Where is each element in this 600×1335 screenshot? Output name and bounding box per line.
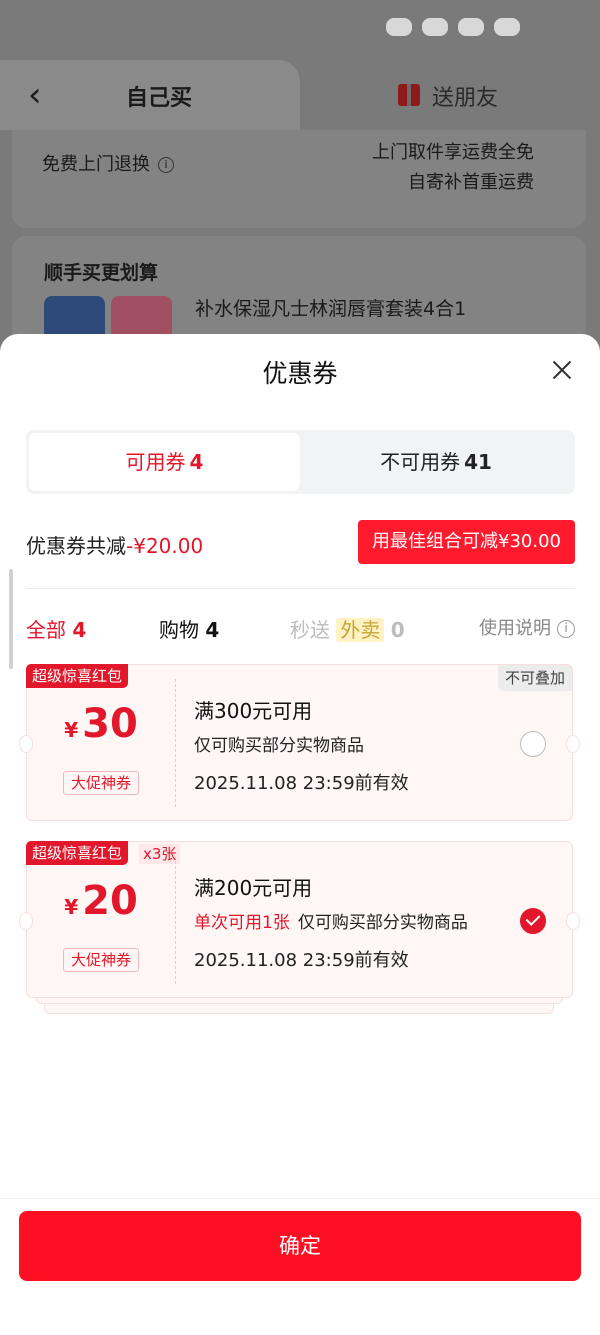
tab-self-buy-label: 自己买 bbox=[126, 86, 193, 111]
footer-divider bbox=[0, 1198, 600, 1199]
info-icon: i bbox=[557, 620, 575, 638]
coupon-scope: 仅可购买部分实物商品 bbox=[297, 913, 468, 933]
confirm-button[interactable]: 确定 bbox=[19, 1211, 581, 1281]
dashed-divider bbox=[175, 679, 176, 807]
coupon-description: 单次可用1张 仅可购买部分实物商品 bbox=[194, 908, 468, 933]
status-icon bbox=[422, 18, 448, 36]
coupon-limit-note: 单次可用1张 bbox=[194, 913, 290, 933]
currency-symbol: ¥ bbox=[64, 895, 79, 919]
status-bar bbox=[386, 18, 520, 36]
close-icon[interactable] bbox=[552, 360, 572, 380]
coupon-description: 仅可购买部分实物商品 bbox=[194, 731, 364, 756]
promo-badge: 大促神券 bbox=[63, 948, 139, 972]
promo-badge: 大促神券 bbox=[63, 771, 139, 795]
coupon-availability-tabs: 可用券 4 不可用券 41 bbox=[26, 430, 575, 494]
status-icon bbox=[458, 18, 484, 36]
return-service-card: 免费上门退换 i 上门取件享运费全免 自寄补首重运费 bbox=[12, 130, 586, 228]
currency-symbol: ¥ bbox=[64, 718, 79, 742]
coupon-select-radio[interactable] bbox=[520, 731, 546, 757]
coupon-select-radio[interactable] bbox=[520, 908, 546, 934]
filter-all-count: 4 bbox=[72, 618, 87, 642]
coupon-amount: ¥20 bbox=[27, 878, 175, 924]
dashed-divider bbox=[175, 856, 176, 984]
status-icon bbox=[494, 18, 520, 36]
filter-shopping-count: 4 bbox=[205, 618, 220, 642]
better-deal-title: 顺手买更划算 bbox=[44, 262, 159, 284]
product-name: 补水保湿凡士林润唇膏套装4合1 bbox=[195, 298, 467, 320]
total-reduce-amount: -¥20.00 bbox=[126, 534, 204, 558]
filter-all[interactable]: 全部 4 bbox=[26, 614, 86, 643]
coupon-card[interactable]: 超级惊喜红包 不可叠加 ¥30 大促神券 满300元可用 仅可购买部分实物商品 … bbox=[19, 664, 580, 821]
coupon-filter-bar: 全部 4 购物 4 秒送 外卖 0 使用说明 i bbox=[26, 612, 575, 642]
filter-flash-label: 秒送 bbox=[290, 618, 330, 642]
shipping-note-1: 上门取件享运费全免 bbox=[372, 142, 534, 163]
coupon-type-badge: 超级惊喜红包 bbox=[26, 664, 129, 688]
total-reduce-text: 优惠券共减 bbox=[26, 534, 126, 558]
tab-unavailable-count: 41 bbox=[464, 450, 492, 474]
coupon-condition: 满300元可用 bbox=[194, 699, 313, 723]
filter-shopping-label: 购物 bbox=[159, 618, 199, 642]
coupon-card[interactable]: 超级惊喜红包 x3张 ¥20 大促神券 满200元可用 单次可用1张 仅可购买部分… bbox=[19, 841, 580, 998]
non-stackable-badge: 不可叠加 bbox=[497, 665, 572, 691]
coupon-type-badge: 超级惊喜红包 bbox=[26, 841, 129, 865]
scrollbar[interactable] bbox=[9, 569, 13, 669]
coupon-amount: ¥30 bbox=[27, 701, 175, 747]
filter-takeout-label: 外卖 bbox=[336, 618, 385, 642]
tab-unavailable[interactable]: 不可用券 41 bbox=[300, 433, 572, 491]
free-return-label: 免费上门退换 i bbox=[42, 150, 174, 176]
ticket-notch bbox=[566, 735, 580, 753]
tab-available[interactable]: 可用券 4 bbox=[29, 433, 300, 491]
info-icon[interactable]: i bbox=[158, 157, 174, 173]
total-reduce-row: 优惠券共减-¥20.00 用最佳组合可减¥30.00 bbox=[26, 520, 575, 564]
coupon-scope: 仅可购买部分实物商品 bbox=[194, 736, 364, 756]
coupon-sheet: 优惠券 可用券 4 不可用券 41 优惠券共减-¥20.00 用最佳组合可减¥30.… bbox=[0, 334, 600, 1335]
usage-help-link[interactable]: 使用说明 i bbox=[479, 614, 575, 640]
sheet-title: 优惠券 bbox=[262, 359, 338, 388]
tab-unavailable-label: 不可用券 bbox=[380, 450, 461, 474]
coupon-amount-value: 30 bbox=[82, 701, 138, 747]
filter-shopping[interactable]: 购物 4 bbox=[159, 614, 219, 643]
ticket-notch bbox=[566, 912, 580, 930]
coupon-amount-value: 20 bbox=[82, 878, 138, 924]
gift-icon bbox=[398, 84, 420, 106]
tab-available-label: 可用券 bbox=[125, 450, 186, 474]
coupon-expiry: 2025.11.08 23:59前有效 bbox=[194, 773, 409, 794]
back-icon[interactable]: ‹ bbox=[28, 78, 42, 112]
divider bbox=[26, 588, 575, 589]
coupon-condition: 满200元可用 bbox=[194, 876, 313, 900]
purchase-mode-header: ‹ 自己买 送朋友 bbox=[0, 60, 600, 130]
usage-help-label: 使用说明 bbox=[479, 618, 551, 639]
total-reduce-label: 优惠券共减-¥20.00 bbox=[26, 530, 203, 559]
filter-all-label: 全部 bbox=[26, 618, 66, 642]
tab-available-count: 4 bbox=[189, 450, 204, 474]
free-return-text: 免费上门退换 bbox=[42, 154, 150, 175]
tab-gift-friend[interactable]: 送朋友 bbox=[432, 80, 498, 112]
filter-flash-count: 0 bbox=[390, 618, 405, 642]
best-combo-button[interactable]: 用最佳组合可减¥30.00 bbox=[358, 520, 575, 564]
filter-flash-delivery[interactable]: 秒送 外卖 0 bbox=[290, 614, 405, 643]
shipping-note-2: 自寄补首重运费 bbox=[408, 172, 534, 193]
status-icon bbox=[386, 18, 412, 36]
coupon-expiry: 2025.11.08 23:59前有效 bbox=[194, 950, 409, 971]
